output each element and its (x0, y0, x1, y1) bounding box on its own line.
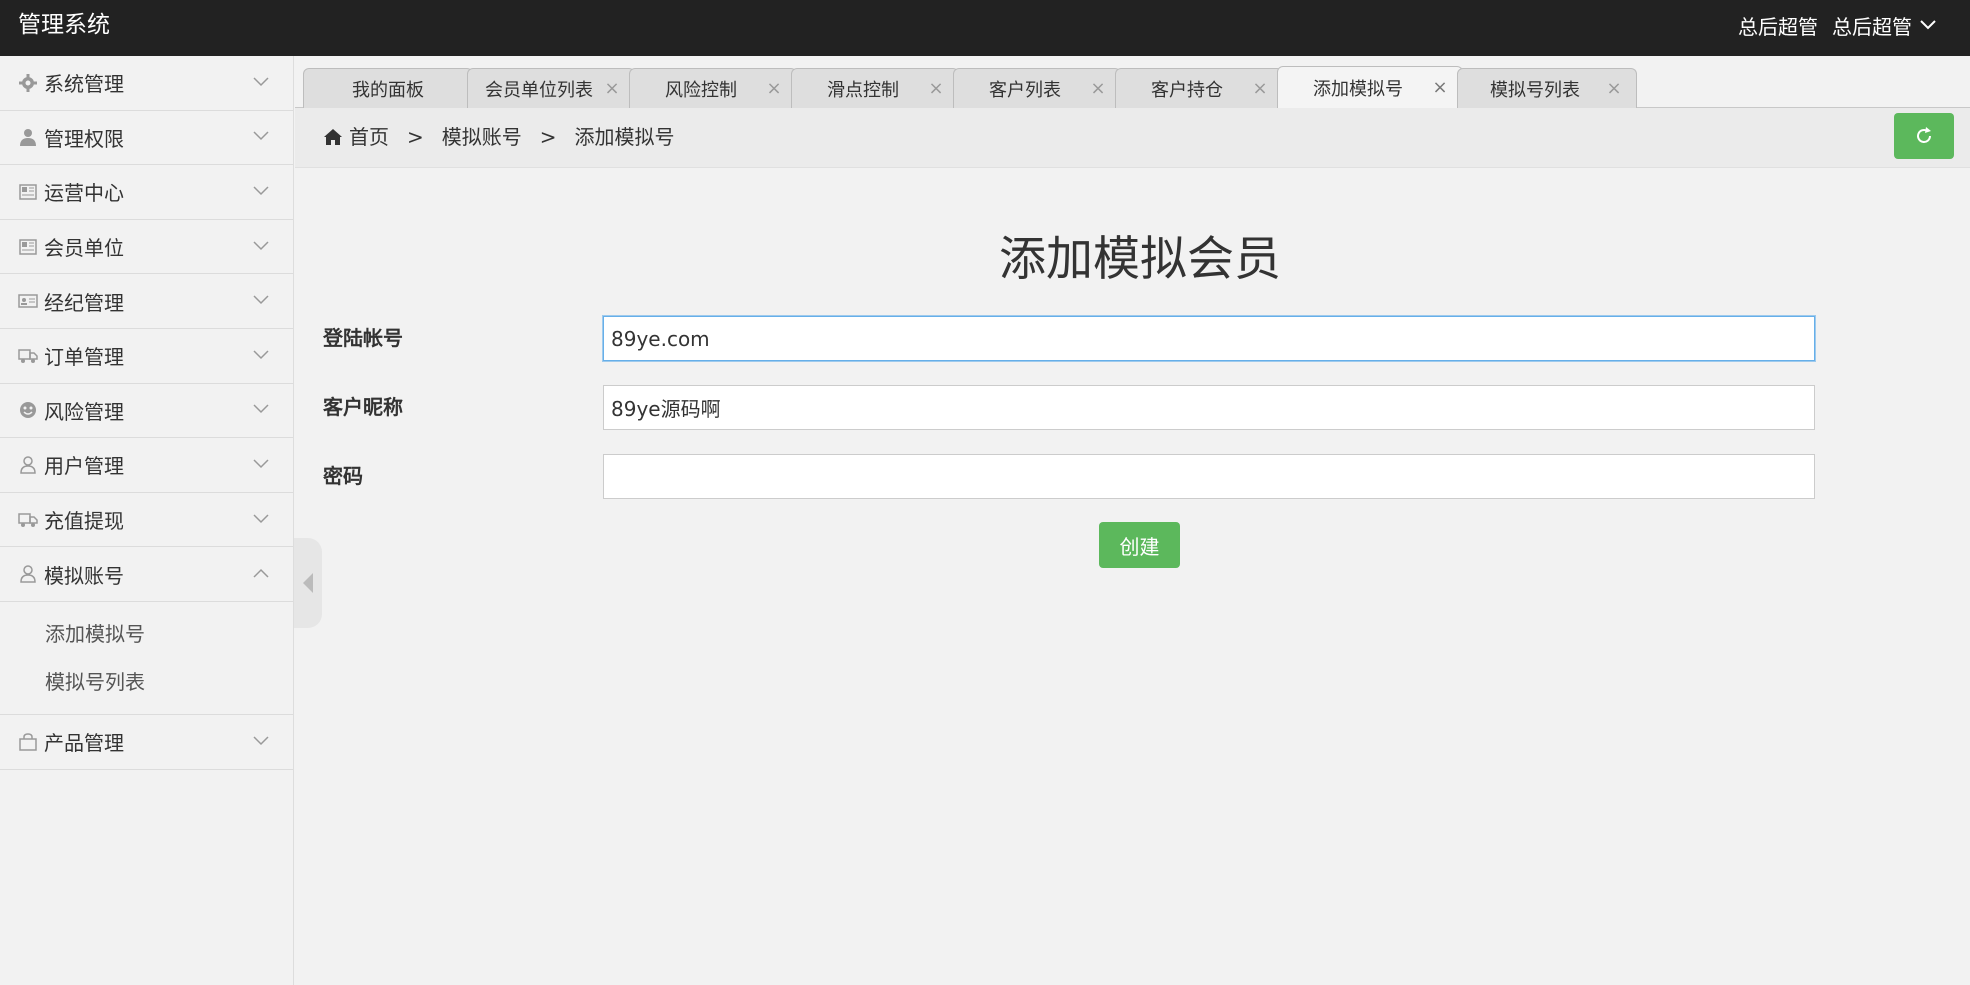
nickname-input[interactable] (603, 385, 1815, 430)
close-icon[interactable]: × (1606, 79, 1622, 97)
close-icon[interactable]: × (766, 79, 782, 97)
sidebar: 系统管理 管理权限 运营中心 会员单位 经纪管理 订单管理 风险管理 用户管理 (0, 56, 294, 985)
breadcrumb-current: 添加模拟号 (574, 125, 675, 149)
nickname-label: 客户昵称 (323, 395, 403, 419)
sidebar-item-label: 产品管理 (44, 731, 124, 756)
newspaper-icon (18, 237, 38, 257)
tab-label: 会员单位列表 (485, 79, 593, 101)
tab-label: 模拟号列表 (1490, 79, 1580, 101)
top-bar: 管理系统 总后超管 总后超管 (0, 0, 1970, 56)
id-card-icon (18, 291, 38, 311)
sidebar-item-permissions[interactable]: 管理权限 (0, 111, 293, 166)
sidebar-subitem-add-demo[interactable]: 添加模拟号 (0, 610, 293, 658)
sidebar-item-label: 系统管理 (44, 72, 124, 97)
breadcrumb-bar: 首页 > 模拟账号 > 添加模拟号 (295, 108, 1970, 168)
role-label: 总后超管 (1738, 14, 1818, 39)
close-icon[interactable]: × (1432, 78, 1448, 96)
breadcrumb-separator: > (539, 125, 557, 149)
form-title: 添加模拟会员 (999, 232, 1281, 287)
chevron-down-icon (253, 186, 269, 196)
user-icon (18, 127, 38, 147)
sidebar-submenu: 添加模拟号 模拟号列表 (0, 602, 293, 715)
sidebar-item-orders[interactable]: 订单管理 (0, 329, 293, 384)
refresh-icon (1917, 127, 1931, 143)
sidebar-collapse-handle[interactable] (294, 538, 322, 628)
close-icon[interactable]: × (1090, 79, 1106, 97)
sidebar-item-label: 管理权限 (44, 126, 124, 151)
tab-label: 添加模拟号 (1313, 78, 1403, 100)
sidebar-item-label: 用户管理 (44, 454, 124, 479)
chevron-down-icon (253, 514, 269, 523)
user-menu[interactable]: 总后超管 (1832, 11, 1936, 40)
user-outline-icon (18, 455, 38, 475)
tab-slippage-control[interactable]: 滑点控制 × (791, 68, 959, 108)
sidebar-item-risk[interactable]: 风险管理 (0, 384, 293, 439)
chevron-down-icon (253, 295, 269, 305)
bag-icon (18, 732, 38, 752)
sidebar-item-members[interactable]: 会员单位 (0, 220, 293, 275)
tab-member-units[interactable]: 会员单位列表 × (467, 68, 635, 108)
tab-risk-control[interactable]: 风险控制 × (629, 68, 797, 108)
home-icon (324, 129, 342, 145)
newspaper-icon (18, 182, 38, 202)
tab-label: 客户持仓 (1151, 79, 1223, 101)
tab-customer-positions[interactable]: 客户持仓 × (1115, 68, 1283, 108)
truck-icon (18, 346, 38, 366)
gear-icon (18, 73, 38, 93)
caret-left-icon (303, 573, 313, 593)
chevron-down-icon (1920, 20, 1936, 30)
tab-customer-list[interactable]: 客户列表 × (953, 68, 1121, 108)
sidebar-item-operations[interactable]: 运营中心 (0, 165, 293, 220)
breadcrumb-separator: > (407, 125, 424, 149)
sidebar-item-label: 模拟账号 (44, 563, 124, 588)
tab-label: 风险控制 (665, 79, 737, 101)
app-title: 管理系统 (18, 12, 110, 38)
chevron-down-icon (253, 241, 269, 250)
breadcrumb-demo-accounts[interactable]: 模拟账号 (442, 108, 522, 166)
breadcrumb: 首页 > 模拟账号 > 添加模拟号 (323, 108, 675, 166)
chevron-down-icon (253, 736, 269, 745)
top-right-area: 总后超管 总后超管 (1738, 0, 1936, 50)
sidebar-item-label: 风险管理 (44, 399, 124, 424)
tab-dashboard[interactable]: 我的面板 (303, 68, 473, 108)
account-input[interactable] (603, 316, 1815, 361)
sidebar-item-label: 运营中心 (44, 181, 124, 206)
tab-label: 滑点控制 (827, 79, 899, 101)
close-icon[interactable]: × (1252, 79, 1268, 97)
sidebar-item-label: 订单管理 (44, 345, 124, 370)
user-name: 总后超管 (1832, 14, 1912, 39)
sidebar-item-products[interactable]: 产品管理 (0, 715, 293, 770)
tab-demo-list[interactable]: 模拟号列表 × (1457, 68, 1637, 108)
password-label: 密码 (323, 464, 363, 488)
tab-add-demo[interactable]: 添加模拟号 × (1277, 66, 1463, 108)
sidebar-item-recharge[interactable]: 充值提现 (0, 493, 293, 548)
user-outline-icon (18, 564, 38, 584)
close-icon[interactable]: × (604, 79, 620, 97)
chevron-down-icon (253, 131, 269, 141)
chevron-down-icon (253, 404, 269, 414)
chevron-down-icon (253, 459, 269, 469)
chevron-down-icon (253, 350, 269, 359)
smile-icon (18, 400, 38, 420)
sidebar-item-label: 经纪管理 (44, 290, 124, 315)
create-button[interactable]: 创建 (1099, 522, 1180, 568)
chevron-up-icon (253, 569, 269, 578)
close-icon[interactable]: × (928, 79, 944, 97)
sidebar-item-system[interactable]: 系统管理 (0, 56, 293, 111)
sidebar-item-label: 充值提现 (44, 509, 124, 534)
tab-bar: 我的面板 会员单位列表 × 风险控制 × 滑点控制 × 客户列表 × 客户持仓 … (295, 56, 1970, 108)
refresh-button[interactable] (1894, 113, 1954, 159)
sidebar-item-brokers[interactable]: 经纪管理 (0, 274, 293, 329)
account-label: 登陆帐号 (323, 326, 403, 350)
password-input[interactable] (603, 454, 1815, 499)
truck-icon (18, 510, 38, 530)
breadcrumb-home[interactable]: 首页 (349, 108, 389, 166)
chevron-down-icon (253, 77, 269, 86)
tab-label: 客户列表 (989, 79, 1061, 101)
sidebar-item-users[interactable]: 用户管理 (0, 438, 293, 493)
tab-label: 我的面板 (352, 79, 424, 101)
sidebar-item-demo-accounts[interactable]: 模拟账号 (0, 547, 293, 602)
sidebar-item-label: 会员单位 (44, 236, 124, 261)
sidebar-subitem-demo-list[interactable]: 模拟号列表 (0, 658, 293, 706)
